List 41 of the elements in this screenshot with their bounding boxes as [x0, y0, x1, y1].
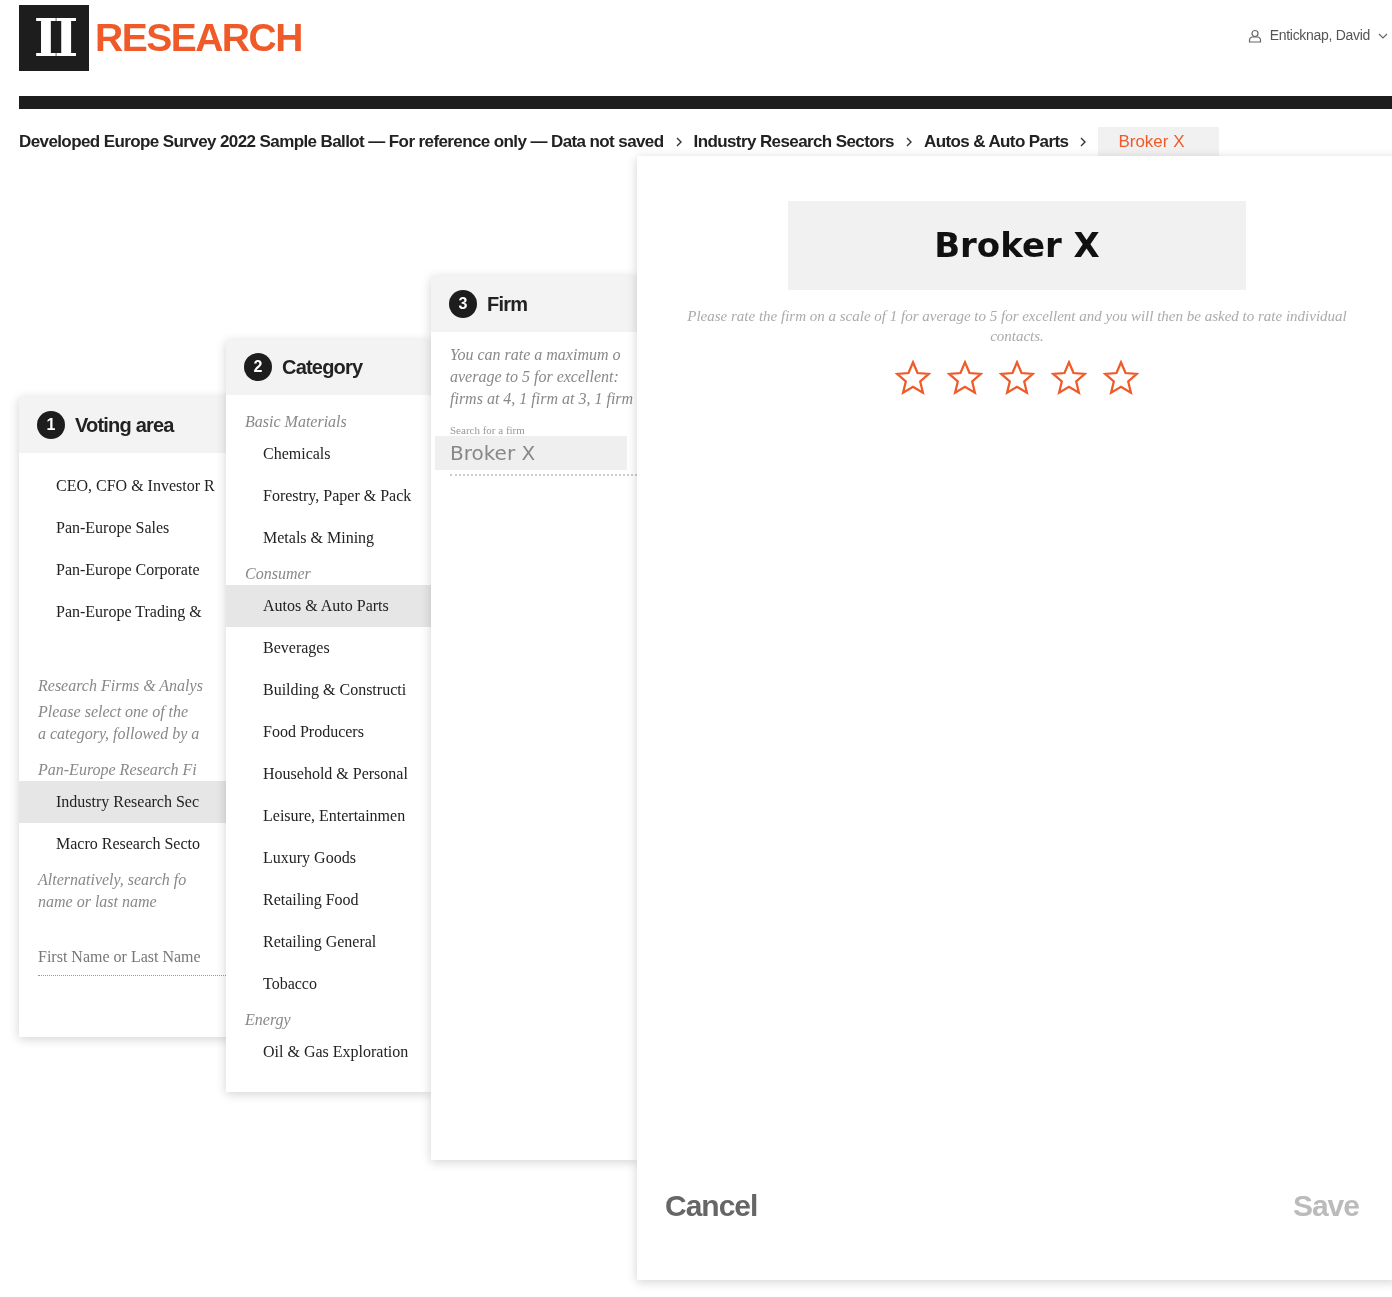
breadcrumb-link[interactable]: Autos & Auto Parts [923, 129, 1069, 155]
logo-mark: II [19, 5, 89, 71]
star-icon[interactable] [1103, 359, 1139, 396]
logo-text: RESEARCH [95, 14, 302, 61]
panel-title: Voting area [75, 412, 174, 438]
list-item[interactable]: Tobacco [226, 962, 431, 1005]
panel-title: Category [282, 355, 363, 380]
user-menu[interactable]: Enticknap, David [1269, 25, 1370, 46]
chevron-right-icon [1080, 136, 1087, 147]
breadcrumb-link[interactable]: Industry Research Sectors [693, 129, 894, 155]
chevron-down-icon[interactable] [1378, 32, 1388, 39]
instruction-text: Please rate the firm on a scale of 1 for average to 5 for excellent and you will then be asked to rate individual contacts. [686, 306, 1348, 346]
breadcrumb-link[interactable]: Developed Europe Survey 2022 Sample Ballot — For reference only — Data not saved [19, 129, 664, 155]
instruction-text: You can rate a maximum o average to 5 for excellent: firms at 4, 1 firm at 3, 1 firm [449, 344, 635, 410]
step-number: 2 [244, 353, 272, 381]
user-icon [1247, 28, 1262, 43]
panel-title: Firm [487, 291, 528, 317]
chevron-right-icon [675, 136, 682, 147]
dialog-title: Broker X [788, 200, 1246, 290]
star-icon[interactable] [895, 359, 931, 396]
field-label: Search for a firm [449, 423, 526, 436]
list-item[interactable]: Retailing General [226, 920, 431, 963]
section-heading: Consumer [244, 563, 312, 584]
section-heading: Basic Materials [244, 411, 348, 432]
list-item[interactable]: Building & Constructi [226, 668, 431, 711]
star-icon[interactable] [999, 359, 1035, 396]
step-number: 1 [37, 410, 65, 439]
cancel-button[interactable]: Cancel [665, 1182, 758, 1228]
step-number: 3 [449, 289, 477, 318]
list-item[interactable]: Oil & Gas Exploration [226, 1030, 431, 1073]
star-icon[interactable] [1051, 359, 1087, 396]
list-item[interactable]: Autos & Auto Parts [226, 584, 431, 627]
chevron-right-icon [905, 136, 912, 147]
section-heading: Pan-Europe Research Fi [37, 759, 198, 781]
instruction-text: Please select one of the a category, followed by a [37, 701, 201, 745]
list-item[interactable]: Food Producers [226, 710, 431, 753]
instruction-text: Alternatively, search fo name or last name [36, 869, 188, 912]
star-icon[interactable] [947, 359, 983, 396]
section-heading: Energy [244, 1009, 292, 1031]
list-item[interactable]: Retailing Food [226, 878, 431, 921]
section-heading: Research Firms & Analys [37, 675, 204, 697]
